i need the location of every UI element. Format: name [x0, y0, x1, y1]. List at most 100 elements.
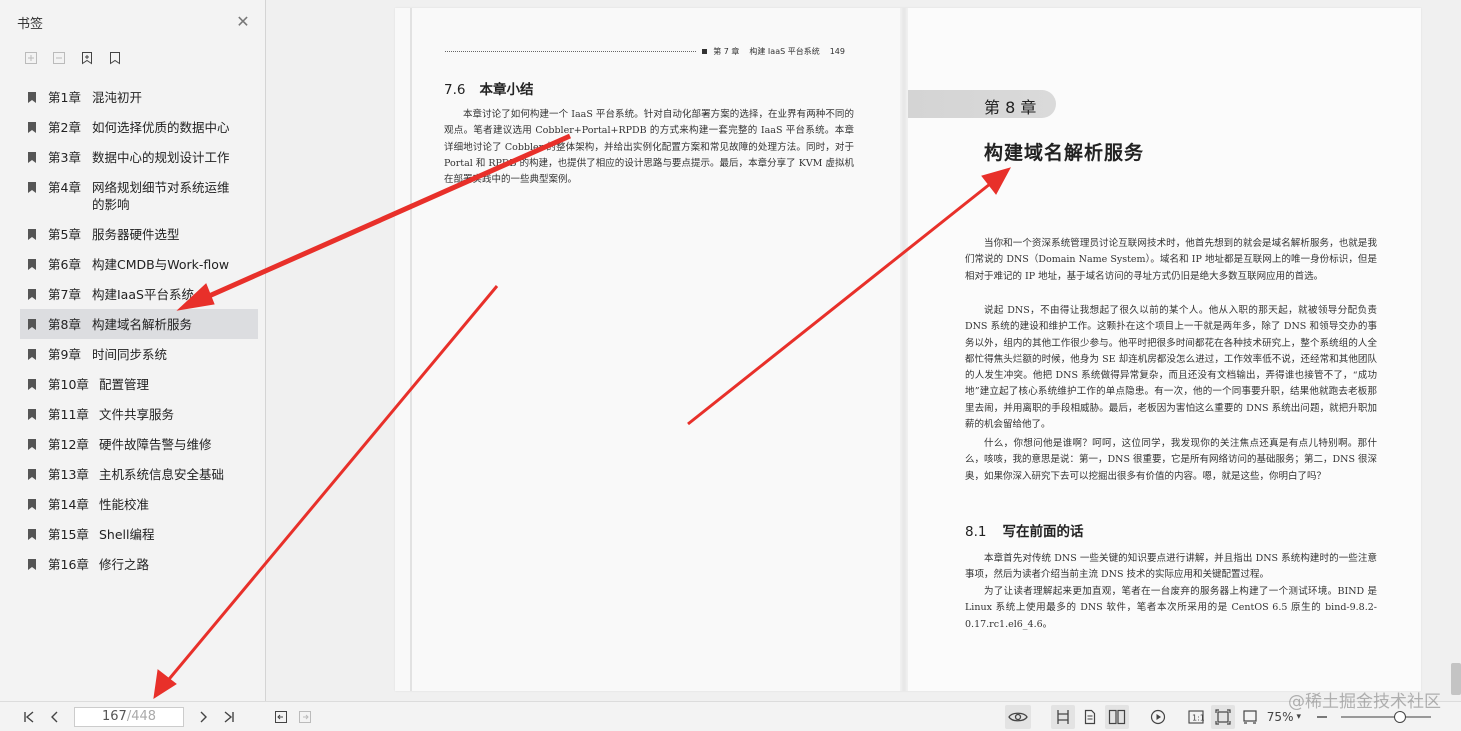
bookmark-title: Shell编程 [99, 527, 155, 542]
expand-all-icon[interactable] [22, 49, 40, 67]
bookmark-item[interactable]: 第9章 时间同步系统 [20, 339, 258, 369]
header-title: 构建 IaaS 平台系统 [749, 46, 820, 56]
bookmark-item[interactable]: 第11章 文件共享服务 [20, 399, 258, 429]
bookmark-chapter: 第15章 [48, 527, 89, 542]
bookmark-item[interactable]: 第14章 性能校准 [20, 489, 258, 519]
bookmark-item[interactable]: 第16章 修行之路 [20, 549, 258, 579]
bookmark-icon[interactable] [106, 49, 124, 67]
back-icon[interactable] [270, 706, 292, 728]
bookmark-flag-icon [28, 259, 36, 270]
bookmark-title: 混沌初开 [92, 90, 143, 105]
bookmark-toolbar [0, 44, 265, 72]
bookmark-item[interactable]: 第10章 配置管理 [20, 369, 258, 399]
section-number: 7.6 [444, 82, 466, 98]
bookmark-title: 文件共享服务 [99, 407, 175, 422]
bookmark-chapter: 第1章 [48, 90, 81, 105]
bookmark-chapter: 第6章 [48, 257, 81, 272]
header-page-number: 149 [829, 46, 845, 56]
bookmark-flag-icon [28, 439, 36, 450]
vertical-scrollbar[interactable] [1449, 0, 1461, 701]
svg-text:1:1: 1:1 [1192, 713, 1204, 722]
bookmark-title: 数据中心的规划设计工作 [92, 150, 230, 165]
fit-width-icon[interactable] [1239, 706, 1261, 728]
zoom-slider-knob[interactable] [1394, 710, 1406, 723]
eye-icon[interactable] [1004, 704, 1031, 729]
section-heading: 7.6 本章小结 [444, 78, 533, 98]
bookmark-item[interactable]: 第15章 Shell编程 [20, 519, 258, 549]
section-number: 8.1 [965, 524, 987, 540]
bookmark-chapter: 第13章 [48, 467, 89, 482]
body-paragraph: 本章首先对传统 DNS 一些关键的知识要点进行讲解，并且指出 DNS 系统构建时… [965, 553, 1377, 581]
forward-icon[interactable] [294, 706, 316, 728]
last-page-icon[interactable] [218, 706, 240, 728]
bookmark-chapter: 第7章 [48, 287, 81, 302]
chapter-title: 构建域名解析服务 [984, 142, 1145, 164]
close-icon[interactable]: ✕ [235, 14, 251, 30]
section-title: 本章小结 [479, 82, 534, 98]
document-viewer[interactable]: 第 7 章 构建 IaaS 平台系统 149 7.6 本章小结 本章讨论了如何构建… [267, 0, 1461, 701]
bookmark-panel-header: 书签 ✕ [0, 0, 265, 44]
add-bookmark-icon[interactable] [78, 49, 96, 67]
bookmark-item[interactable]: 第4章 网络规划细节对系统运维的影响 [20, 172, 258, 219]
play-icon[interactable] [1147, 706, 1169, 728]
bottom-toolbar: 167/448 1:1 75% ▾ [0, 701, 1461, 731]
single-page-icon[interactable] [1050, 704, 1075, 729]
bookmark-flag-icon [28, 469, 36, 480]
bookmark-flag-icon [28, 559, 36, 570]
prev-page-icon[interactable] [44, 706, 66, 728]
scrollbar-thumb[interactable] [1451, 663, 1461, 695]
bookmark-item[interactable]: 第5章 服务器硬件选型 [20, 219, 258, 249]
section-title: 写在前面的话 [1002, 524, 1084, 540]
body-paragraph: 为了让读者理解起来更加直观，笔者在一台废弃的服务器上构建了一个测试环境。BIND… [965, 586, 1377, 630]
bookmark-item[interactable]: 第7章 构建IaaS平台系统 [20, 279, 258, 309]
bookmark-flag-icon [28, 152, 36, 163]
bookmark-flag-icon [28, 349, 36, 360]
bookmark-title: 构建域名解析服务 [92, 317, 193, 332]
bookmark-item[interactable]: 第12章 硬件故障告警与维修 [20, 429, 258, 459]
current-page: 167 [101, 708, 127, 724]
bookmark-item[interactable]: 第8章 构建域名解析服务 [20, 309, 258, 339]
bookmark-flag-icon [28, 499, 36, 510]
bookmark-title: 主机系统信息安全基础 [99, 467, 225, 482]
header-dots [445, 50, 697, 52]
summary-paragraph: 本章讨论了如何构建一个 IaaS 平台系统。针对自动化部署方案的选择，在业界有两… [444, 109, 854, 186]
page-margin-line [410, 8, 412, 691]
bookmark-chapter: 第9章 [48, 347, 81, 362]
bookmark-item[interactable]: 第13章 主机系统信息安全基础 [20, 459, 258, 489]
header-chapter: 第 7 章 [713, 46, 740, 56]
body-paragraph: 说起 DNS，不由得让我想起了很久以前的某个人。他从入职的那天起，就被领导分配负… [965, 305, 1377, 431]
bookmark-title: 服务器硬件选型 [92, 227, 180, 242]
page-number-input[interactable]: 167/448 [74, 706, 184, 727]
bookmark-chapter: 第10章 [48, 377, 89, 392]
header-marker-icon [702, 48, 708, 54]
right-page: 第 8 章 构建域名解析服务 当你和一个资深系统管理员讨论互联网技术时，他首先想… [908, 8, 1421, 691]
bookmark-item[interactable]: 第6章 构建CMDB与Work-flow [20, 249, 258, 279]
bookmark-title: 修行之路 [99, 557, 150, 572]
chevron-down-icon[interactable]: ▾ [1296, 712, 1301, 722]
bookmark-title: 配置管理 [99, 377, 150, 392]
bookmark-item[interactable]: 第1章 混沌初开 [20, 82, 258, 112]
bookmark-flag-icon [28, 92, 36, 103]
bookmark-panel-title: 书签 [17, 16, 44, 32]
bookmark-flag-icon [28, 319, 36, 330]
body-paragraph: 当你和一个资深系统管理员讨论互联网技术时，他首先想到的就会是域名解析服务，也就是… [965, 238, 1377, 282]
bookmark-chapter: 第5章 [48, 227, 81, 242]
bookmark-title: 如何选择优质的数据中心 [92, 120, 230, 135]
continuous-page-icon[interactable] [1079, 706, 1101, 728]
bookmark-flag-icon [28, 529, 36, 540]
two-page-icon[interactable] [1104, 704, 1129, 729]
page-spread: 第 7 章 构建 IaaS 平台系统 149 7.6 本章小结 本章讨论了如何构建… [395, 8, 1421, 691]
fit-page-icon[interactable] [1210, 704, 1235, 729]
bookmark-list: 第1章 混沌初开 第2章 如何选择优质的数据中心 第3章 数据中心的规划设计工作 第4章 网络… [0, 82, 265, 579]
next-page-icon[interactable] [192, 706, 214, 728]
page-gutter [900, 8, 908, 691]
actual-size-icon[interactable]: 1:1 [1185, 706, 1207, 728]
collapse-all-icon[interactable] [50, 49, 68, 67]
first-page-icon[interactable] [18, 706, 40, 728]
bookmark-item[interactable]: 第3章 数据中心的规划设计工作 [20, 142, 258, 172]
bookmark-title: 硬件故障告警与维修 [99, 437, 212, 452]
bookmark-flag-icon [28, 122, 36, 133]
bookmark-flag-icon [28, 409, 36, 420]
bookmark-chapter: 第4章 [48, 180, 81, 195]
bookmark-item[interactable]: 第2章 如何选择优质的数据中心 [20, 112, 258, 142]
